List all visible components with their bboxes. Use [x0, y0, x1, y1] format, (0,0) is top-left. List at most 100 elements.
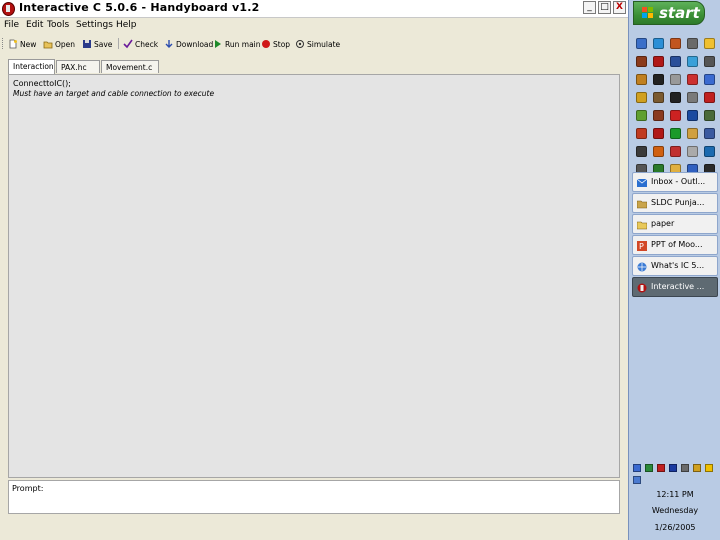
tray-alert-icon[interactable]	[705, 464, 713, 472]
interaction-output-pane[interactable]: ConnecttoIC(); Must have an target and c…	[8, 74, 620, 478]
quick-launch-folder-icon[interactable]	[704, 38, 715, 49]
quick-launch-window-icon[interactable]	[687, 146, 698, 157]
tray-connection-icon[interactable]	[645, 464, 653, 472]
taskbar-item-interactive-c[interactable]: Interactive ...	[632, 277, 718, 297]
taskbar-item-label: Inbox - Outl...	[651, 177, 706, 186]
play-icon	[213, 39, 223, 49]
simulate-button[interactable]: Simulate	[295, 37, 340, 51]
quick-launch-image-icon[interactable]	[704, 110, 715, 121]
quick-launch-folder-icon[interactable]	[653, 92, 664, 103]
window-title: Interactive C 5.0.6 - Handyboard v1.2	[19, 1, 260, 14]
quick-launch-tool-icon[interactable]	[653, 110, 664, 121]
checkmark-icon	[123, 39, 133, 49]
quick-launch-browser-icon[interactable]	[653, 38, 664, 49]
menu-bar: File Edit Tools Settings Help	[0, 18, 628, 34]
tray-antivirus-icon[interactable]	[657, 464, 665, 472]
save-button-label: Save	[94, 39, 113, 49]
quick-launch-excel-icon[interactable]	[670, 146, 681, 157]
run-main-button[interactable]: Run main	[213, 37, 261, 51]
taskbar-item-paper[interactable]: paper	[632, 214, 718, 234]
quick-launch-media-icon[interactable]	[670, 38, 681, 49]
close-button[interactable]: X	[613, 1, 626, 14]
new-button[interactable]: New	[8, 37, 36, 51]
menu-file[interactable]: File	[4, 20, 19, 30]
new-file-icon	[8, 39, 18, 49]
title-bar[interactable]: Interactive C 5.0.6 - Handyboard v1.2 _ …	[0, 0, 628, 18]
menu-settings[interactable]: Settings	[76, 20, 113, 30]
clock-day: Wednesday	[651, 506, 699, 515]
menu-edit[interactable]: Edit	[26, 20, 43, 30]
taskbar-item-label: paper	[651, 219, 675, 228]
quick-launch-flag-icon[interactable]	[653, 56, 664, 67]
quick-launch-security-icon[interactable]	[670, 128, 681, 139]
start-label: start	[659, 4, 700, 22]
quick-launch-globe-icon[interactable]	[704, 146, 715, 157]
interactive-c-app-icon[interactable]	[2, 2, 15, 16]
quick-launch-app-icon[interactable]	[687, 74, 698, 85]
clock-date: 1/26/2005	[654, 523, 696, 532]
check-button[interactable]: Check	[123, 37, 158, 51]
tray-network-icon[interactable]	[633, 464, 641, 472]
menu-tools[interactable]: Tools	[47, 20, 69, 30]
quick-launch-archive-icon[interactable]	[636, 56, 647, 67]
quick-launch-folder-icon[interactable]	[687, 128, 698, 139]
quick-launch-help-icon[interactable]	[704, 128, 715, 139]
interaction-warning-line: Must have an target and cable connection…	[13, 89, 215, 98]
quick-launch-network-icon[interactable]	[670, 56, 681, 67]
prompt-input-area[interactable]: Prompt:	[8, 480, 620, 514]
toolbar-separator	[118, 38, 119, 49]
tab-pax-hc[interactable]: PAX.hc	[56, 60, 100, 73]
open-button[interactable]: Open	[43, 37, 75, 51]
quick-launch-record-icon[interactable]	[653, 128, 664, 139]
browser-icon	[637, 261, 647, 272]
quick-launch-help-icon[interactable]	[636, 92, 647, 103]
quick-launch-ie-icon[interactable]	[687, 56, 698, 67]
quick-launch-disc-icon[interactable]	[653, 74, 664, 85]
powerpoint-icon: P	[637, 240, 647, 251]
tab-movement-c[interactable]: Movement.c	[101, 60, 159, 73]
interaction-output-line: ConnecttoIC();	[13, 79, 71, 88]
minimize-button[interactable]: _	[583, 1, 596, 14]
clock-time[interactable]: 12:11 PM	[629, 490, 720, 499]
quick-launch-printer-icon[interactable]	[670, 74, 681, 85]
toolbar-grip[interactable]	[2, 38, 6, 49]
simulate-button-label: Simulate	[307, 39, 341, 49]
quick-launch-document-icon[interactable]	[704, 56, 715, 67]
quick-launch-editor-icon[interactable]	[636, 74, 647, 85]
maximize-button[interactable]: □	[598, 1, 611, 14]
simulator-icon	[295, 39, 305, 49]
taskbar-item-browser[interactable]: What's IC 5...	[632, 256, 718, 276]
quick-launch-power-icon[interactable]	[687, 110, 698, 121]
new-button-label: New	[20, 39, 37, 49]
quick-launch-app-icon[interactable]	[636, 128, 647, 139]
quick-launch-app-icon[interactable]	[636, 38, 647, 49]
quick-launch-volume-icon[interactable]	[653, 146, 664, 157]
quick-launch-calendar-icon[interactable]	[670, 110, 681, 121]
folder-icon	[636, 198, 648, 209]
tray-messenger-icon[interactable]	[669, 464, 677, 472]
quick-launch-app-icon[interactable]	[636, 110, 647, 121]
tab-interaction[interactable]: Interaction	[8, 59, 55, 74]
taskbar-item-ppt[interactable]: P PPT of Moo...	[632, 235, 718, 255]
download-arrow-icon	[164, 39, 174, 49]
quick-launch-terminal-icon[interactable]	[670, 92, 681, 103]
quick-launch-chat-icon[interactable]	[704, 74, 715, 85]
quick-launch-mail-icon[interactable]	[636, 146, 647, 157]
tray-volume-icon[interactable]	[681, 464, 689, 472]
stop-button[interactable]: Stop	[261, 37, 290, 51]
system-tray: 12:11 PM Wednesday 1/26/2005	[629, 460, 720, 540]
save-button[interactable]: Save	[82, 37, 112, 51]
quick-launch-printer-icon[interactable]	[687, 92, 698, 103]
taskbar-item-label: Interactive ...	[651, 282, 705, 291]
taskbar-item-inbox[interactable]: Inbox - Outl...	[632, 172, 718, 192]
open-button-label: Open	[55, 39, 76, 49]
tray-network-icon[interactable]	[633, 476, 641, 484]
download-button[interactable]: Download	[164, 37, 213, 51]
quick-launch-tool-icon[interactable]	[687, 38, 698, 49]
start-button[interactable]: start	[633, 1, 705, 25]
ic-app-icon	[637, 282, 647, 293]
menu-help[interactable]: Help	[116, 20, 137, 30]
taskbar-item-sldc[interactable]: SLDC Punja...	[632, 193, 718, 213]
tray-power-icon[interactable]	[693, 464, 701, 472]
quick-launch-music-icon[interactable]	[704, 92, 715, 103]
